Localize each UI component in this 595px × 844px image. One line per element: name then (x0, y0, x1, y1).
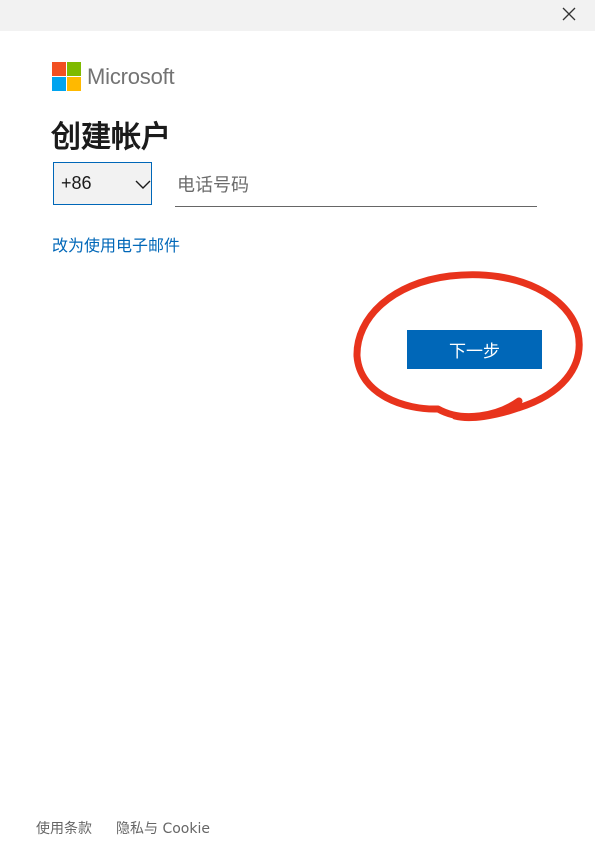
close-button[interactable] (555, 2, 583, 26)
chevron-down-icon (135, 180, 151, 189)
logo-square-blue (52, 77, 66, 91)
country-code-value: +86 (61, 173, 92, 193)
page-title: 创建帐户 (51, 120, 171, 155)
next-button[interactable]: 下一步 (407, 330, 542, 369)
title-bar (0, 0, 595, 31)
country-code-select[interactable]: +86 (53, 162, 152, 205)
logo-text: Microsoft (87, 63, 175, 89)
use-email-link[interactable]: 改为使用电子邮件 (52, 232, 180, 256)
close-icon (562, 7, 576, 21)
logo-square-red (52, 62, 66, 76)
phone-number-input[interactable] (175, 165, 537, 207)
microsoft-logo-icon (52, 62, 81, 91)
privacy-cookies-link[interactable]: 隐私与 Cookie (116, 818, 210, 838)
logo-square-green (67, 62, 81, 76)
footer: 使用条款 隐私与 Cookie (36, 818, 210, 838)
terms-of-use-link[interactable]: 使用条款 (36, 818, 92, 838)
logo-square-yellow (67, 77, 81, 91)
microsoft-logo: Microsoft (52, 62, 175, 91)
